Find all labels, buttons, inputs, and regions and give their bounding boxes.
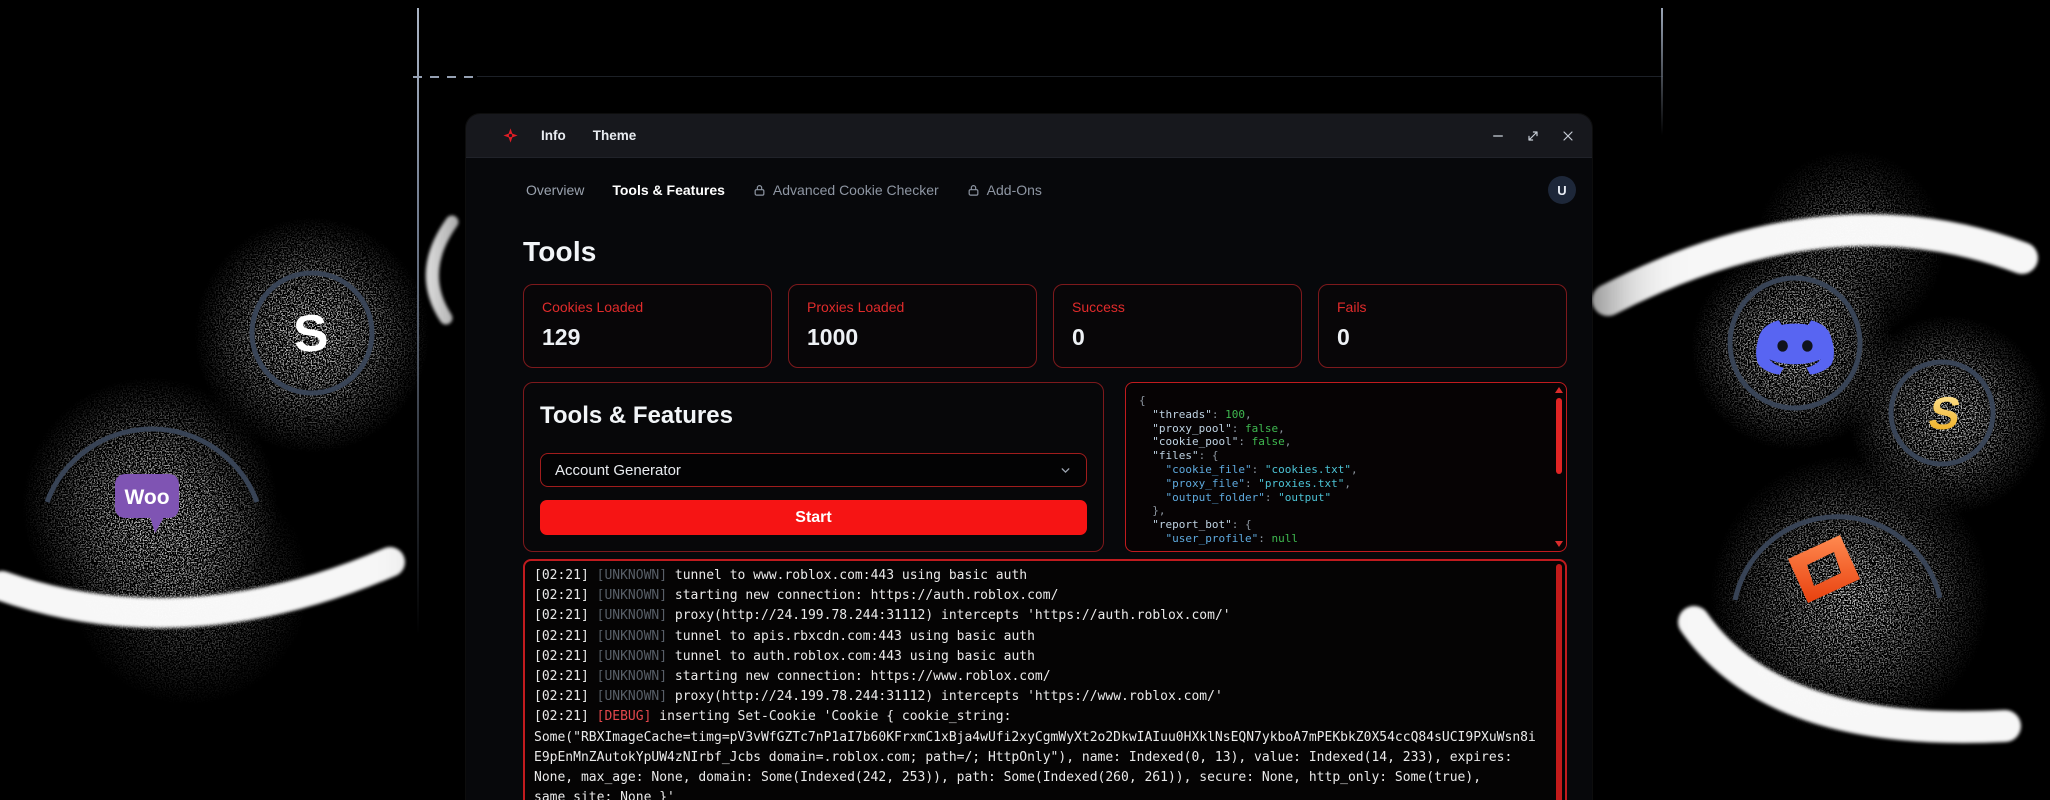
- app-logo-icon: [503, 128, 518, 143]
- tool-select-value: Account Generator: [555, 461, 681, 479]
- titlebar: Info Theme: [466, 114, 1592, 158]
- menu-item-theme[interactable]: Theme: [593, 128, 637, 143]
- app-window: Info Theme Overview Tools & Features Adv…: [466, 114, 1592, 800]
- swap-s-logo: S: [291, 304, 330, 364]
- tab-label: Tools & Features: [612, 182, 725, 198]
- tab-add-ons[interactable]: Add-Ons: [967, 182, 1042, 198]
- tab-label: Add-Ons: [986, 182, 1042, 198]
- config-panel[interactable]: { "threads": 100, "proxy_pool": false, "…: [1125, 382, 1567, 552]
- stat-card-cookies-loaded: Cookies Loaded 129: [523, 284, 772, 368]
- lock-icon: [754, 184, 765, 196]
- stat-label: Fails: [1337, 299, 1367, 315]
- stat-label: Cookies Loaded: [542, 299, 644, 315]
- menu-item-info[interactable]: Info: [541, 128, 566, 143]
- scroll-up-icon[interactable]: [1555, 387, 1563, 393]
- stat-card-fails: Fails 0: [1318, 284, 1567, 368]
- stat-label: Proxies Loaded: [807, 299, 905, 315]
- svg-text:Woo: Woo: [124, 486, 169, 509]
- maximize-icon[interactable]: [1525, 128, 1541, 144]
- window-controls: [1490, 128, 1576, 144]
- minimize-icon[interactable]: [1490, 128, 1506, 144]
- svg-text:S: S: [291, 304, 330, 364]
- tabbar: Overview Tools & Features Advanced Cooki…: [466, 158, 1592, 222]
- tab-tools-features[interactable]: Tools & Features: [612, 182, 725, 198]
- config-scrollbar-thumb[interactable]: [1555, 398, 1562, 474]
- config-code: { "threads": 100, "proxy_pool": false, "…: [1139, 394, 1358, 545]
- main-content: Tools Cookies Loaded 129 Proxies Loaded …: [466, 222, 1592, 800]
- tools-panel-title: Tools & Features: [540, 402, 733, 429]
- stat-value: 0: [1337, 324, 1350, 350]
- log-lines: [02:21] [UNKNOWN] tunnel to www.roblox.c…: [534, 568, 1536, 800]
- stat-value: 0: [1072, 324, 1085, 350]
- start-button[interactable]: Start: [540, 500, 1087, 535]
- tab-label: Advanced Cookie Checker: [772, 182, 939, 198]
- panels-row: Tools & Features Account Generator Start…: [523, 382, 1567, 552]
- tab-advanced-cookie-checker[interactable]: Advanced Cookie Checker: [753, 182, 939, 198]
- stats-row: Cookies Loaded 129 Proxies Loaded 1000 S…: [523, 284, 1567, 368]
- frame-line-right: [1661, 8, 1663, 136]
- page-title: Tools: [523, 236, 597, 267]
- log-console[interactable]: [02:21] [UNKNOWN] tunnel to www.roblox.c…: [523, 559, 1567, 800]
- frame-line-top-dashes: [413, 76, 475, 78]
- lock-icon: [968, 184, 979, 196]
- avatar[interactable]: U: [1548, 176, 1576, 204]
- stat-value: 129: [542, 324, 581, 350]
- frame-line-left: [417, 8, 419, 638]
- stat-label: Success: [1072, 299, 1125, 315]
- tab-label: Overview: [526, 182, 585, 198]
- tools-panel: Tools & Features Account Generator Start: [523, 382, 1104, 552]
- tool-select[interactable]: Account Generator: [540, 453, 1087, 487]
- stat-value: 1000: [807, 324, 859, 350]
- console-scrollbar-thumb[interactable]: [1556, 564, 1562, 800]
- config-scrollbar[interactable]: [1554, 385, 1564, 549]
- chevron-down-icon: [1061, 467, 1070, 473]
- swoosh-top-left: [425, 215, 459, 325]
- stat-card-proxies-loaded: Proxies Loaded 1000: [788, 284, 1037, 368]
- tab-overview[interactable]: Overview: [526, 182, 584, 198]
- frame-line-top: [477, 76, 1663, 77]
- scroll-down-icon[interactable]: [1555, 541, 1563, 547]
- close-icon[interactable]: [1560, 128, 1576, 144]
- stat-card-success: Success 0: [1053, 284, 1302, 368]
